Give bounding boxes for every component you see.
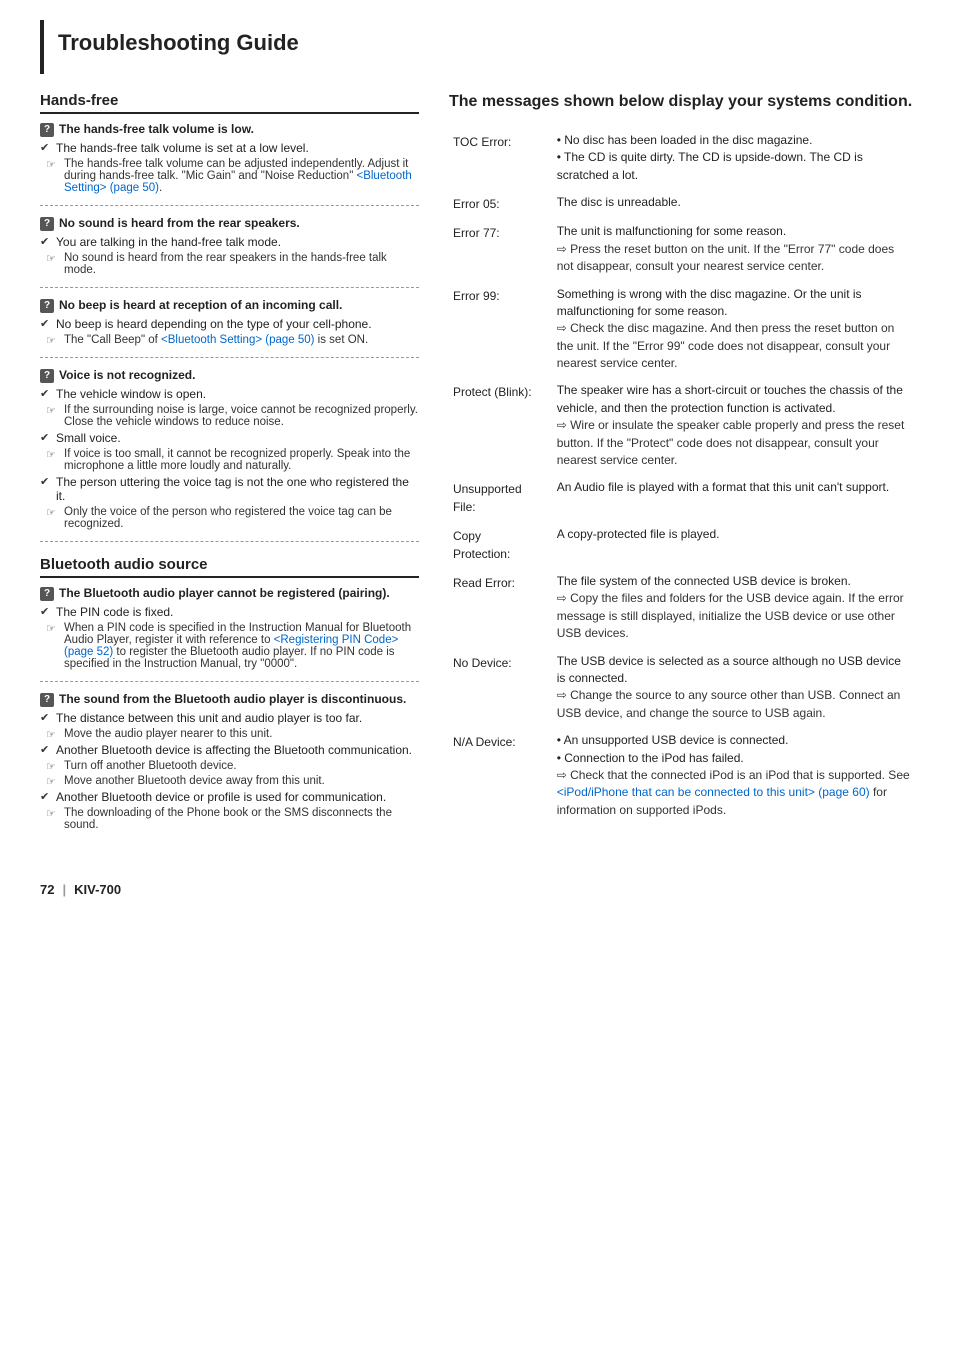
error-row-read: Read Error: The file system of the conne… xyxy=(449,568,914,648)
bt2-note3: Move another Bluetooth device away from … xyxy=(40,775,419,787)
error-code-protect: Protect (Blink): xyxy=(449,377,553,474)
hf3-note1: The "Call Beep" of <Bluetooth Setting> (… xyxy=(40,334,419,346)
error-protect-action: Wire or insulate the speaker cable prope… xyxy=(557,418,905,467)
error-code-99: Error 99: xyxy=(449,281,553,378)
error-row-no-device: No Device: The USB device is selected as… xyxy=(449,648,914,728)
error-desc-99: Something is wrong with the disc magazin… xyxy=(553,281,914,378)
error-code-read: Read Error: xyxy=(449,568,553,648)
error-desc-protect: The speaker wire has a short-circuit or … xyxy=(553,377,914,474)
section-bluetooth-audio: Bluetooth audio source xyxy=(40,556,419,578)
hf4-note2: If voice is too small, it cannot be reco… xyxy=(40,448,419,472)
bt2-check1: The distance between this unit and audio… xyxy=(40,711,419,725)
question-icon-2: ? xyxy=(40,217,54,231)
hf3-check1: No beep is heard depending on the type o… xyxy=(40,317,419,331)
bt2-check2: Another Bluetooth device is affecting th… xyxy=(40,743,419,757)
error-row-protect: Protect (Blink): The speaker wire has a … xyxy=(449,377,914,474)
bt1-check1: The PIN code is fixed. xyxy=(40,605,419,619)
hf4-check1: The vehicle window is open. xyxy=(40,387,419,401)
hf4-note3: Only the voice of the person who registe… xyxy=(40,506,419,530)
footer-page-number: 72 xyxy=(40,882,54,897)
error-99-action: Check the disc magazine. And then press … xyxy=(557,321,895,370)
footer-divider: | xyxy=(62,882,66,897)
question-hf2: ? No sound is heard from the rear speake… xyxy=(40,216,419,288)
question-bt2: ? The sound from the Bluetooth audio pla… xyxy=(40,692,419,842)
error-na-device-action: Check that the connected iPod is an iPod… xyxy=(557,768,910,817)
error-code-unsupported: Unsupported File: xyxy=(449,474,553,521)
hf4-note1: If the surrounding noise is large, voice… xyxy=(40,404,419,428)
page-title: Troubleshooting Guide xyxy=(40,20,914,74)
error-code-na-device: N/A Device: xyxy=(449,727,553,824)
question-hf3: ? No beep is heard at reception of an in… xyxy=(40,298,419,358)
question-icon-bt2: ? xyxy=(40,693,54,707)
q-hf4-title: ? Voice is not recognized. xyxy=(40,368,419,383)
error-code-copy: Copy Protection: xyxy=(449,521,553,568)
bt2-check3: Another Bluetooth device or profile is u… xyxy=(40,790,419,804)
hf2-check1: You are talking in the hand-free talk mo… xyxy=(40,235,419,249)
left-column: Hands-free ? The hands-free talk volume … xyxy=(40,92,419,852)
registering-pin-code-link[interactable]: <Registering PIN Code> (page 52) xyxy=(64,634,398,658)
error-row-unsupported: Unsupported File: An Audio file is playe… xyxy=(449,474,914,521)
error-row-77: Error 77: The unit is malfunctioning for… xyxy=(449,218,914,280)
section-hands-free: Hands-free xyxy=(40,92,419,114)
error-row-na-device: N/A Device: • An unsupported USB device … xyxy=(449,727,914,824)
error-77-action: Press the reset button on the unit. If t… xyxy=(557,242,894,273)
question-hf1: ? The hands-free talk volume is low. The… xyxy=(40,122,419,206)
error-table: TOC Error: • No disc has been loaded in … xyxy=(449,127,914,824)
footer-model: KIV-700 xyxy=(74,882,121,897)
footer: 72 | KIV-700 xyxy=(40,882,914,897)
bt1-note1: When a PIN code is specified in the Inst… xyxy=(40,622,419,670)
error-desc-na-device: • An unsupported USB device is connected… xyxy=(553,727,914,824)
hf1-check1: The hands-free talk volume is set at a l… xyxy=(40,141,419,155)
error-row-toc: TOC Error: • No disc has been loaded in … xyxy=(449,127,914,189)
q-hf3-title: ? No beep is heard at reception of an in… xyxy=(40,298,419,313)
question-icon: ? xyxy=(40,123,54,137)
bt2-note4: The downloading of the Phone book or the… xyxy=(40,807,419,831)
q-bt1-title: ? The Bluetooth audio player cannot be r… xyxy=(40,586,419,601)
error-row-05: Error 05: The disc is unreadable. xyxy=(449,189,914,218)
right-column: The messages shown below display your sy… xyxy=(449,92,914,852)
q-hf1-title: ? The hands-free talk volume is low. xyxy=(40,122,419,137)
error-desc-77: The unit is malfunctioning for some reas… xyxy=(553,218,914,280)
q-hf2-title: ? No sound is heard from the rear speake… xyxy=(40,216,419,231)
right-section-title: The messages shown below display your sy… xyxy=(449,92,914,113)
question-icon-4: ? xyxy=(40,369,54,383)
error-desc-no-device: The USB device is selected as a source a… xyxy=(553,648,914,728)
error-desc-toc: • No disc has been loaded in the disc ma… xyxy=(553,127,914,189)
error-desc-unsupported: An Audio file is played with a format th… xyxy=(553,474,914,521)
error-desc-05: The disc is unreadable. xyxy=(553,189,914,218)
error-desc-read: The file system of the connected USB dev… xyxy=(553,568,914,648)
error-no-device-action: Change the source to any source other th… xyxy=(557,688,901,719)
question-icon-bt1: ? xyxy=(40,587,54,601)
bt2-note1: Move the audio player nearer to this uni… xyxy=(40,728,419,740)
error-read-action: Copy the files and folders for the USB d… xyxy=(557,591,904,640)
ipod-iphone-link[interactable]: <iPod/iPhone that can be connected to th… xyxy=(557,785,870,799)
error-desc-copy: A copy-protected file is played. xyxy=(553,521,914,568)
error-code-05: Error 05: xyxy=(449,189,553,218)
error-code-77: Error 77: xyxy=(449,218,553,280)
error-code-no-device: No Device: xyxy=(449,648,553,728)
bluetooth-setting-link-2[interactable]: <Bluetooth Setting> (page 50) xyxy=(161,334,314,346)
bluetooth-setting-link-1[interactable]: <Bluetooth Setting> (page 50) xyxy=(64,170,412,194)
bt2-note2: Turn off another Bluetooth device. xyxy=(40,760,419,772)
hf4-check3: The person uttering the voice tag is not… xyxy=(40,475,419,503)
question-hf4: ? Voice is not recognized. The vehicle w… xyxy=(40,368,419,542)
hf2-note1: No sound is heard from the rear speakers… xyxy=(40,252,419,276)
q-bt2-title: ? The sound from the Bluetooth audio pla… xyxy=(40,692,419,707)
error-row-99: Error 99: Something is wrong with the di… xyxy=(449,281,914,378)
error-code-toc: TOC Error: xyxy=(449,127,553,189)
question-icon-3: ? xyxy=(40,299,54,313)
hf1-note1: The hands-free talk volume can be adjust… xyxy=(40,158,419,194)
question-bt1: ? The Bluetooth audio player cannot be r… xyxy=(40,586,419,682)
hf4-check2: Small voice. xyxy=(40,431,419,445)
error-row-copy: Copy Protection: A copy-protected file i… xyxy=(449,521,914,568)
